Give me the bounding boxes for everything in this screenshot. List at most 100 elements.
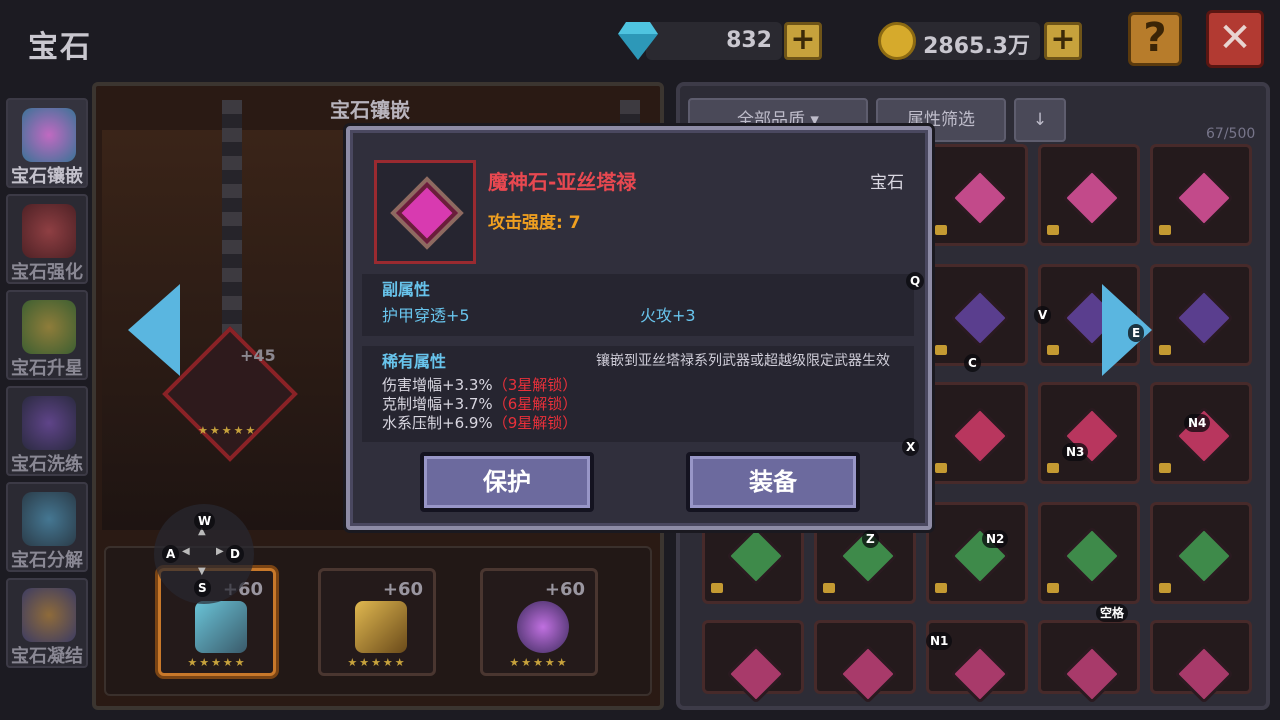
gem-portrait <box>374 160 476 264</box>
inventory-gem-cell[interactable] <box>926 144 1028 246</box>
inventory-gem-cell[interactable] <box>1038 502 1140 604</box>
sidebar-item-gem-reforge[interactable]: 宝石洗练 <box>6 386 88 476</box>
next-arrow-button[interactable] <box>1102 284 1152 376</box>
diamond-count: 832 <box>726 28 772 53</box>
lock-icon <box>711 583 723 593</box>
rare-attr-text: 伤害增幅+3.3% <box>382 376 493 394</box>
sub-attr-armor-pen: 护甲穿透+5 <box>382 306 470 325</box>
purple-gem-icon <box>22 396 76 450</box>
rare-attr-line: 克制增幅+3.7%（6星解锁） <box>382 393 577 414</box>
inventory-gem-cell[interactable] <box>1150 382 1252 484</box>
lock-icon <box>935 225 947 235</box>
orb-icon <box>517 601 569 653</box>
inventory-gem-cell[interactable] <box>1150 264 1252 366</box>
inventory-gem-cell[interactable] <box>1038 620 1140 704</box>
inventory-gem-cell[interactable] <box>1150 144 1252 246</box>
lock-icon <box>1047 345 1059 355</box>
gem-icon <box>726 526 786 586</box>
gem-icon <box>1174 168 1234 228</box>
help-button[interactable]: ? <box>1128 12 1182 66</box>
lock-icon <box>935 583 947 593</box>
dpad-down-icon: ▼ <box>198 566 206 577</box>
gem-attack: 攻击强度: 7 <box>488 213 581 233</box>
sidebar-item-label: 宝石强化 <box>11 262 83 283</box>
rare-attr-lock: （9星解锁） <box>492 414 578 432</box>
sidebar-item-gem-enhance[interactable]: 宝石强化 <box>6 194 88 284</box>
key-hint-n2: N2 <box>982 530 1009 548</box>
add-gold-button[interactable]: + <box>1044 22 1082 60</box>
inventory-gem-cell[interactable] <box>1150 502 1252 604</box>
diamond-icon <box>618 22 658 60</box>
sidebar-item-gem-decompose[interactable]: 宝石分解 <box>6 482 88 572</box>
key-hint-x: X <box>902 438 920 456</box>
rare-attr-title: 稀有属性 <box>382 352 447 371</box>
rare-attr-text: 水系压制+6.9% <box>382 414 493 432</box>
gem-icon <box>1062 168 1122 228</box>
lock-icon <box>1047 463 1059 473</box>
lock-icon <box>1159 225 1171 235</box>
heart-gem-icon <box>22 204 76 258</box>
magenta-gem-icon <box>395 181 459 245</box>
inventory-gem-cell[interactable] <box>1150 620 1252 704</box>
sub-attr-fire: 火攻+3 <box>640 306 696 325</box>
star-icon <box>22 300 76 354</box>
lock-icon <box>935 345 947 355</box>
key-hint-z: Z <box>862 530 879 548</box>
sort-button[interactable]: ↓ <box>1014 98 1066 142</box>
inventory-gem-cell[interactable] <box>1038 382 1140 484</box>
lock-icon <box>1047 583 1059 593</box>
socket-stars: ★★★★★ <box>198 424 258 437</box>
gold-count: 2865.3万 <box>923 34 1030 59</box>
key-hint-n4: N4 <box>1184 414 1211 432</box>
inventory-gem-cell[interactable] <box>1038 144 1140 246</box>
arrow-down-icon: ↓ <box>1032 110 1048 130</box>
protect-button[interactable]: 保护 <box>420 452 594 512</box>
sub-attr-title: 副属性 <box>382 280 431 299</box>
inventory-gem-cell[interactable] <box>926 382 1028 484</box>
inventory-gem-cell[interactable] <box>926 264 1028 366</box>
key-hint-c: C <box>964 354 981 372</box>
sidebar-item-gem-condense[interactable]: 宝石凝结 <box>6 578 88 668</box>
gem-icon <box>1062 526 1122 586</box>
sidebar-item-gem-star[interactable]: 宝石升星 <box>6 290 88 380</box>
crown-icon <box>355 601 407 653</box>
prev-arrow-button[interactable] <box>128 284 180 376</box>
rare-attr-note: 镶嵌到亚丝塔禄系列武器或超越级限定武器生效 <box>596 353 890 369</box>
equip-button[interactable]: 装备 <box>686 452 860 512</box>
gem-icon <box>950 288 1010 348</box>
equip-slot-crown[interactable]: +60 ★★★★★ <box>318 568 436 676</box>
rare-attr-line: 水系压制+6.9%（9星解锁） <box>382 412 577 433</box>
lock-icon <box>1159 345 1171 355</box>
gem-socket-icon <box>22 108 76 162</box>
key-hint-n3: N3 <box>1062 443 1089 461</box>
key-hint-d: D <box>226 545 244 563</box>
dpad-right-icon: ▶ <box>216 546 224 557</box>
gem-icon <box>1174 288 1234 348</box>
rare-attr-lock: （3星解锁） <box>492 376 578 394</box>
gem-icon <box>950 406 1010 466</box>
inventory-gem-cell[interactable] <box>814 620 916 704</box>
gem-icon <box>1174 526 1234 586</box>
add-diamond-button[interactable]: + <box>784 22 822 60</box>
inventory-gem-cell[interactable] <box>926 502 1028 604</box>
sidebar-item-label: 宝石洗练 <box>11 454 83 475</box>
close-button[interactable]: ✕ <box>1206 10 1264 68</box>
key-hint-n1: N1 <box>926 632 953 650</box>
rare-attr-line: 伤害增幅+3.3%（3星解锁） <box>382 374 577 395</box>
gem-type: 宝石 <box>870 173 904 193</box>
crystal-icon <box>22 588 76 642</box>
lock-icon <box>1047 225 1059 235</box>
sidebar-item-label: 宝石凝结 <box>11 646 83 667</box>
equip-level: +60 <box>382 579 423 600</box>
key-hint-space: 空格 <box>1096 604 1129 622</box>
lock-icon <box>1159 583 1171 593</box>
scroll-icon <box>22 492 76 546</box>
key-hint-v: V <box>1034 306 1052 324</box>
key-hint-e: E <box>1128 324 1145 342</box>
sidebar-item-label: 宝石分解 <box>11 550 83 571</box>
sidebar-item-gem-socket[interactable]: 宝石镶嵌 <box>6 98 88 188</box>
inventory-gem-cell[interactable] <box>702 620 804 704</box>
rare-attr-lock: （6星解锁） <box>492 395 578 413</box>
equip-slot-orb[interactable]: +60 ★★★★★ <box>480 568 598 676</box>
key-hint-s: S <box>194 579 211 597</box>
